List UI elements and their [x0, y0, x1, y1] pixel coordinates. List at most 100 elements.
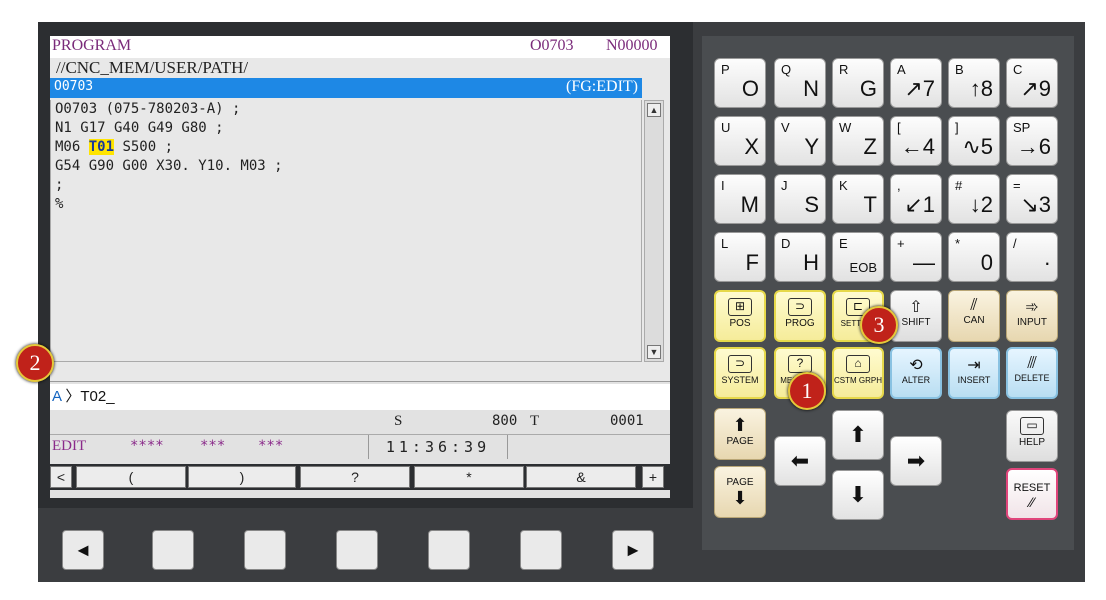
input-icon: ➾: [1025, 299, 1039, 316]
custom-graph-key[interactable]: ⌂ CSTM GRPH: [832, 347, 884, 399]
key-e[interactable]: E EOB: [832, 232, 884, 282]
program-code[interactable]: O0703 (075-780203-A) ; N1 G17 G40 G49 G8…: [50, 100, 642, 362]
key-x[interactable]: ] ∿5: [948, 116, 1000, 166]
input-value: T02_: [80, 388, 115, 405]
function-key[interactable]: [428, 530, 470, 570]
can-key[interactable]: ⫽ CAN: [948, 290, 1000, 342]
title-bar: PROGRAM O0703 N00000: [50, 36, 670, 58]
softkey[interactable]: ): [188, 466, 296, 488]
input-key[interactable]: ➾ INPUT: [1006, 290, 1058, 342]
prompt-icon: 〉: [61, 388, 81, 405]
key-x[interactable]: [←4: [890, 116, 942, 166]
spindle-value: 800: [492, 413, 518, 429]
book-icon: ▭: [1020, 417, 1044, 435]
input-prefix: A: [52, 388, 62, 405]
reset-icon: ⁄⁄: [1029, 494, 1035, 510]
softkey[interactable]: *: [414, 466, 524, 488]
key-r[interactable]: RG: [832, 58, 884, 108]
help-key[interactable]: ▭ HELP: [1006, 410, 1058, 462]
key-k[interactable]: KT: [832, 174, 884, 224]
function-key[interactable]: [520, 530, 562, 570]
left-arrow-key[interactable]: ◄: [62, 530, 104, 570]
key-j[interactable]: JS: [774, 174, 826, 224]
function-key[interactable]: [336, 530, 378, 570]
key-input-buffer[interactable]: A 〉T02_: [50, 384, 670, 410]
message-icon: ?: [788, 355, 812, 373]
key-d[interactable]: DH: [774, 232, 826, 282]
page-up-key[interactable]: ⬆ PAGE: [714, 408, 766, 460]
cursor-up-key[interactable]: ⬆: [832, 410, 884, 460]
page-down-key[interactable]: PAGE ⬇: [714, 466, 766, 518]
key-a[interactable]: A ↗7: [890, 58, 942, 108]
pos-key[interactable]: ⊞ POS: [714, 290, 766, 342]
code-line: %: [55, 196, 64, 212]
marker-1: 1: [788, 372, 826, 410]
softkey-row: < ( ) ? * & +: [50, 464, 670, 490]
code-line: G54 G90 G00 X30. Y10. M03 ;: [55, 158, 283, 174]
softkey[interactable]: &: [526, 466, 636, 488]
key-q[interactable]: QN: [774, 58, 826, 108]
marker-2: 2: [16, 344, 54, 382]
mode-status: EDIT **** *** *** 11:36:39: [50, 434, 670, 459]
code-line: N1 G17 G40 G49 G80 ;: [55, 120, 224, 136]
key-i[interactable]: IM: [714, 174, 766, 224]
prog-key[interactable]: ⊃ PROG: [774, 290, 826, 342]
status-stars: ***: [200, 438, 226, 454]
scroll-down-icon[interactable]: ▼: [647, 345, 661, 359]
code-line: M06 T01 S500 ;: [55, 139, 174, 155]
delete-icon: ⫻: [1027, 355, 1037, 372]
key-c[interactable]: C ↗9: [1006, 58, 1058, 108]
graph-icon: ⌂: [846, 355, 870, 373]
cnc-screen: PROGRAM O0703 N00000 //CNC_MEM/USER/PATH…: [50, 36, 670, 498]
key-x[interactable]: + —: [890, 232, 942, 282]
softkey-next[interactable]: +: [642, 466, 664, 488]
up-arrow-icon: ⬆: [732, 415, 748, 435]
prog-icon: ⊃: [788, 298, 812, 316]
program-number: O0703: [530, 37, 574, 54]
code-line: ;: [55, 177, 64, 193]
tool-value: 0001: [610, 413, 644, 429]
tool-label: T: [530, 413, 540, 429]
down-arrow-icon: ⬇: [732, 488, 748, 508]
pos-icon: ⊞: [728, 298, 752, 316]
key-x[interactable]: , ↙1: [890, 174, 942, 224]
system-key[interactable]: ⊃ SYSTEM: [714, 347, 766, 399]
cursor-down-key[interactable]: ⬇: [832, 470, 884, 520]
cursor-left-key[interactable]: ⬅: [774, 436, 826, 486]
selected-program-row[interactable]: O0703 (FG:EDIT): [50, 78, 642, 98]
key-l[interactable]: LF: [714, 232, 766, 282]
clock: 11:36:39: [368, 435, 508, 459]
mode-label: EDIT: [52, 438, 87, 454]
softkey-prev[interactable]: <: [50, 466, 72, 488]
reset-key[interactable]: RESET ⁄⁄: [1006, 468, 1058, 520]
key-x[interactable]: # ↓2: [948, 174, 1000, 224]
marker-3: 3: [860, 306, 898, 344]
scrollbar[interactable]: ▲ ▼: [644, 100, 664, 362]
softkey[interactable]: (: [76, 466, 186, 488]
key-b[interactable]: B ↑8: [948, 58, 1000, 108]
key-w[interactable]: WZ: [832, 116, 884, 166]
can-icon: ⫽: [970, 297, 978, 314]
selected-program: O0703: [54, 79, 94, 94]
edit-mode-tag: (FG:EDIT): [566, 78, 638, 95]
key-u[interactable]: UX: [714, 116, 766, 166]
alter-key[interactable]: ⟲ ALTER: [890, 347, 942, 399]
key-p[interactable]: PO: [714, 58, 766, 108]
function-key[interactable]: [152, 530, 194, 570]
cursor-highlight: T01: [88, 139, 115, 155]
right-arrow-key[interactable]: ►: [612, 530, 654, 570]
key-x[interactable]: = ↘3: [1006, 174, 1058, 224]
scroll-up-icon[interactable]: ▲: [647, 103, 661, 117]
shift-key[interactable]: ⇧ SHIFT: [890, 290, 942, 342]
softkey[interactable]: ?: [300, 466, 410, 488]
key-x[interactable]: * 0: [948, 232, 1000, 282]
function-key[interactable]: [244, 530, 286, 570]
cursor-right-key[interactable]: ➡: [890, 436, 942, 486]
program-path: //CNC_MEM/USER/PATH/: [56, 58, 249, 77]
key-x[interactable]: / ·: [1006, 232, 1058, 282]
status-stars: ***: [258, 438, 284, 454]
delete-key[interactable]: ⫻ DELETE: [1006, 347, 1058, 399]
key-v[interactable]: VY: [774, 116, 826, 166]
insert-key[interactable]: ⇥ INSERT: [948, 347, 1000, 399]
key-sp[interactable]: SP →6: [1006, 116, 1058, 166]
